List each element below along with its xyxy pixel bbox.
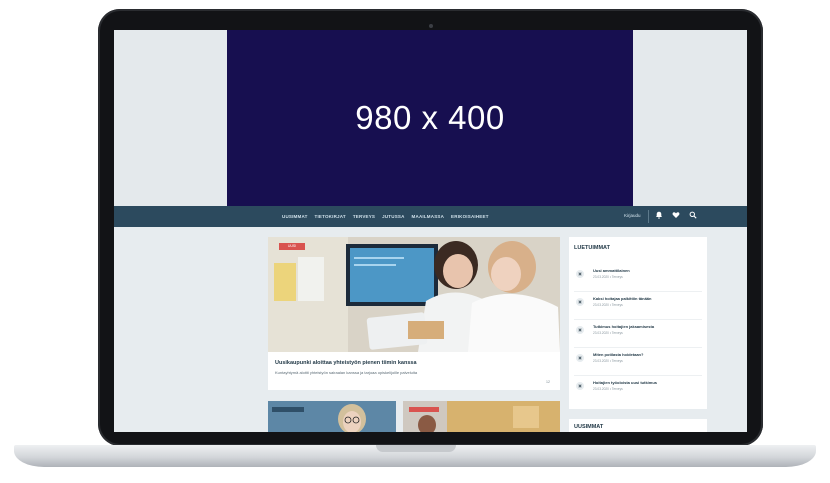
ad-dimensions-label: 980 x 400 — [355, 99, 505, 136]
list-item-meta: 23.03.2020 • Terveys — [593, 275, 623, 279]
list-item-title[interactable]: Kaksi hoitajaa palkittiin tänään — [593, 296, 651, 301]
most-read-sidebar: LUETUIMMAT ▣ Uusi ammattilainen 23.03.20… — [569, 237, 707, 409]
article-icon: ▣ — [576, 298, 584, 306]
comment-count: 12 — [546, 380, 550, 384]
lead-article-subtitle: Kuntayhtymä aloitti yhteistyön sairaalan… — [275, 370, 418, 375]
nav-item-tietokirjat[interactable]: TIETOKIRJAT — [315, 214, 346, 219]
list-item[interactable]: ▣ Tutkimus hoitajien jaksamisesta 23.03.… — [574, 320, 702, 348]
list-item-meta: 23.03.2020 • Terveys — [593, 387, 623, 391]
article-card[interactable] — [268, 401, 396, 432]
lead-article-title[interactable]: Uusikaupunki aloittaa yhteistyön pienen … — [275, 360, 417, 366]
laptop-screen: 980 x 400 UUSIMMAT TIETOKIRJAT TERVEYS J… — [114, 30, 747, 432]
list-item[interactable]: ▣ Miten potilasta hoidetaan? 23.03.2020 … — [574, 348, 702, 376]
search-icon[interactable] — [688, 211, 698, 221]
nav-item-maailmassa[interactable]: MAAILMASSA — [412, 214, 445, 219]
bell-icon[interactable] — [654, 211, 664, 221]
heart-icon[interactable] — [671, 211, 681, 221]
main-nav: UUSIMMAT TIETOKIRJAT TERVEYS JUTUSSA MAA… — [114, 206, 747, 227]
lead-article-card[interactable]: Uusikaupunki aloittaa yhteistyön pienen … — [268, 352, 560, 390]
most-read-title: LUETUIMMAT — [574, 245, 610, 251]
nav-item-jutussa[interactable]: JUTUSSA — [382, 214, 404, 219]
login-link[interactable]: Kirjaudu — [624, 213, 641, 218]
ad-banner[interactable]: 980 x 400 — [227, 30, 633, 206]
list-item-title[interactable]: Uusi ammattilainen — [593, 268, 630, 273]
webcam — [429, 24, 433, 28]
nav-separator — [648, 210, 649, 223]
list-item[interactable]: ▣ Kaksi hoitajaa palkittiin tänään 23.03… — [574, 292, 702, 320]
list-item[interactable]: ▣ Hoitajien työoloista uusi tutkimus 23.… — [574, 376, 702, 404]
lead-article-image[interactable] — [268, 237, 560, 352]
ad-margin-left — [114, 30, 227, 206]
article-icon: ▣ — [576, 382, 584, 390]
nav-item-uusimmat[interactable]: UUSIMMAT — [282, 214, 308, 219]
article-icon: ▣ — [576, 270, 584, 278]
nav-items: UUSIMMAT TIETOKIRJAT TERVEYS JUTUSSA MAA… — [282, 206, 489, 227]
list-item-meta: 23.03.2020 • Terveys — [593, 359, 623, 363]
article-card[interactable] — [403, 401, 560, 432]
newest-title: UUSIMMAT — [574, 424, 604, 430]
list-item-title[interactable]: Miten potilasta hoidetaan? — [593, 352, 643, 357]
lead-category-tag[interactable]: UUSI — [279, 243, 305, 250]
list-item[interactable]: ▣ Uusi ammattilainen 23.03.2020 • Tervey… — [574, 264, 702, 292]
newest-sidebar: UUSIMMAT — [569, 419, 707, 432]
ad-margin-right — [633, 30, 747, 206]
list-item-meta: 23.03.2020 • Terveys — [593, 303, 623, 307]
article-icon: ▣ — [576, 326, 584, 334]
article-icon: ▣ — [576, 354, 584, 362]
nav-item-terveys[interactable]: TERVEYS — [353, 214, 375, 219]
laptop-notch — [376, 445, 456, 452]
list-item-meta: 23.03.2020 • Terveys — [593, 331, 623, 335]
list-item-title[interactable]: Tutkimus hoitajien jaksamisesta — [593, 324, 654, 329]
nav-item-erikoisaiheet[interactable]: ERIKOISAIHEET — [451, 214, 489, 219]
list-item-title[interactable]: Hoitajien työoloista uusi tutkimus — [593, 380, 657, 385]
